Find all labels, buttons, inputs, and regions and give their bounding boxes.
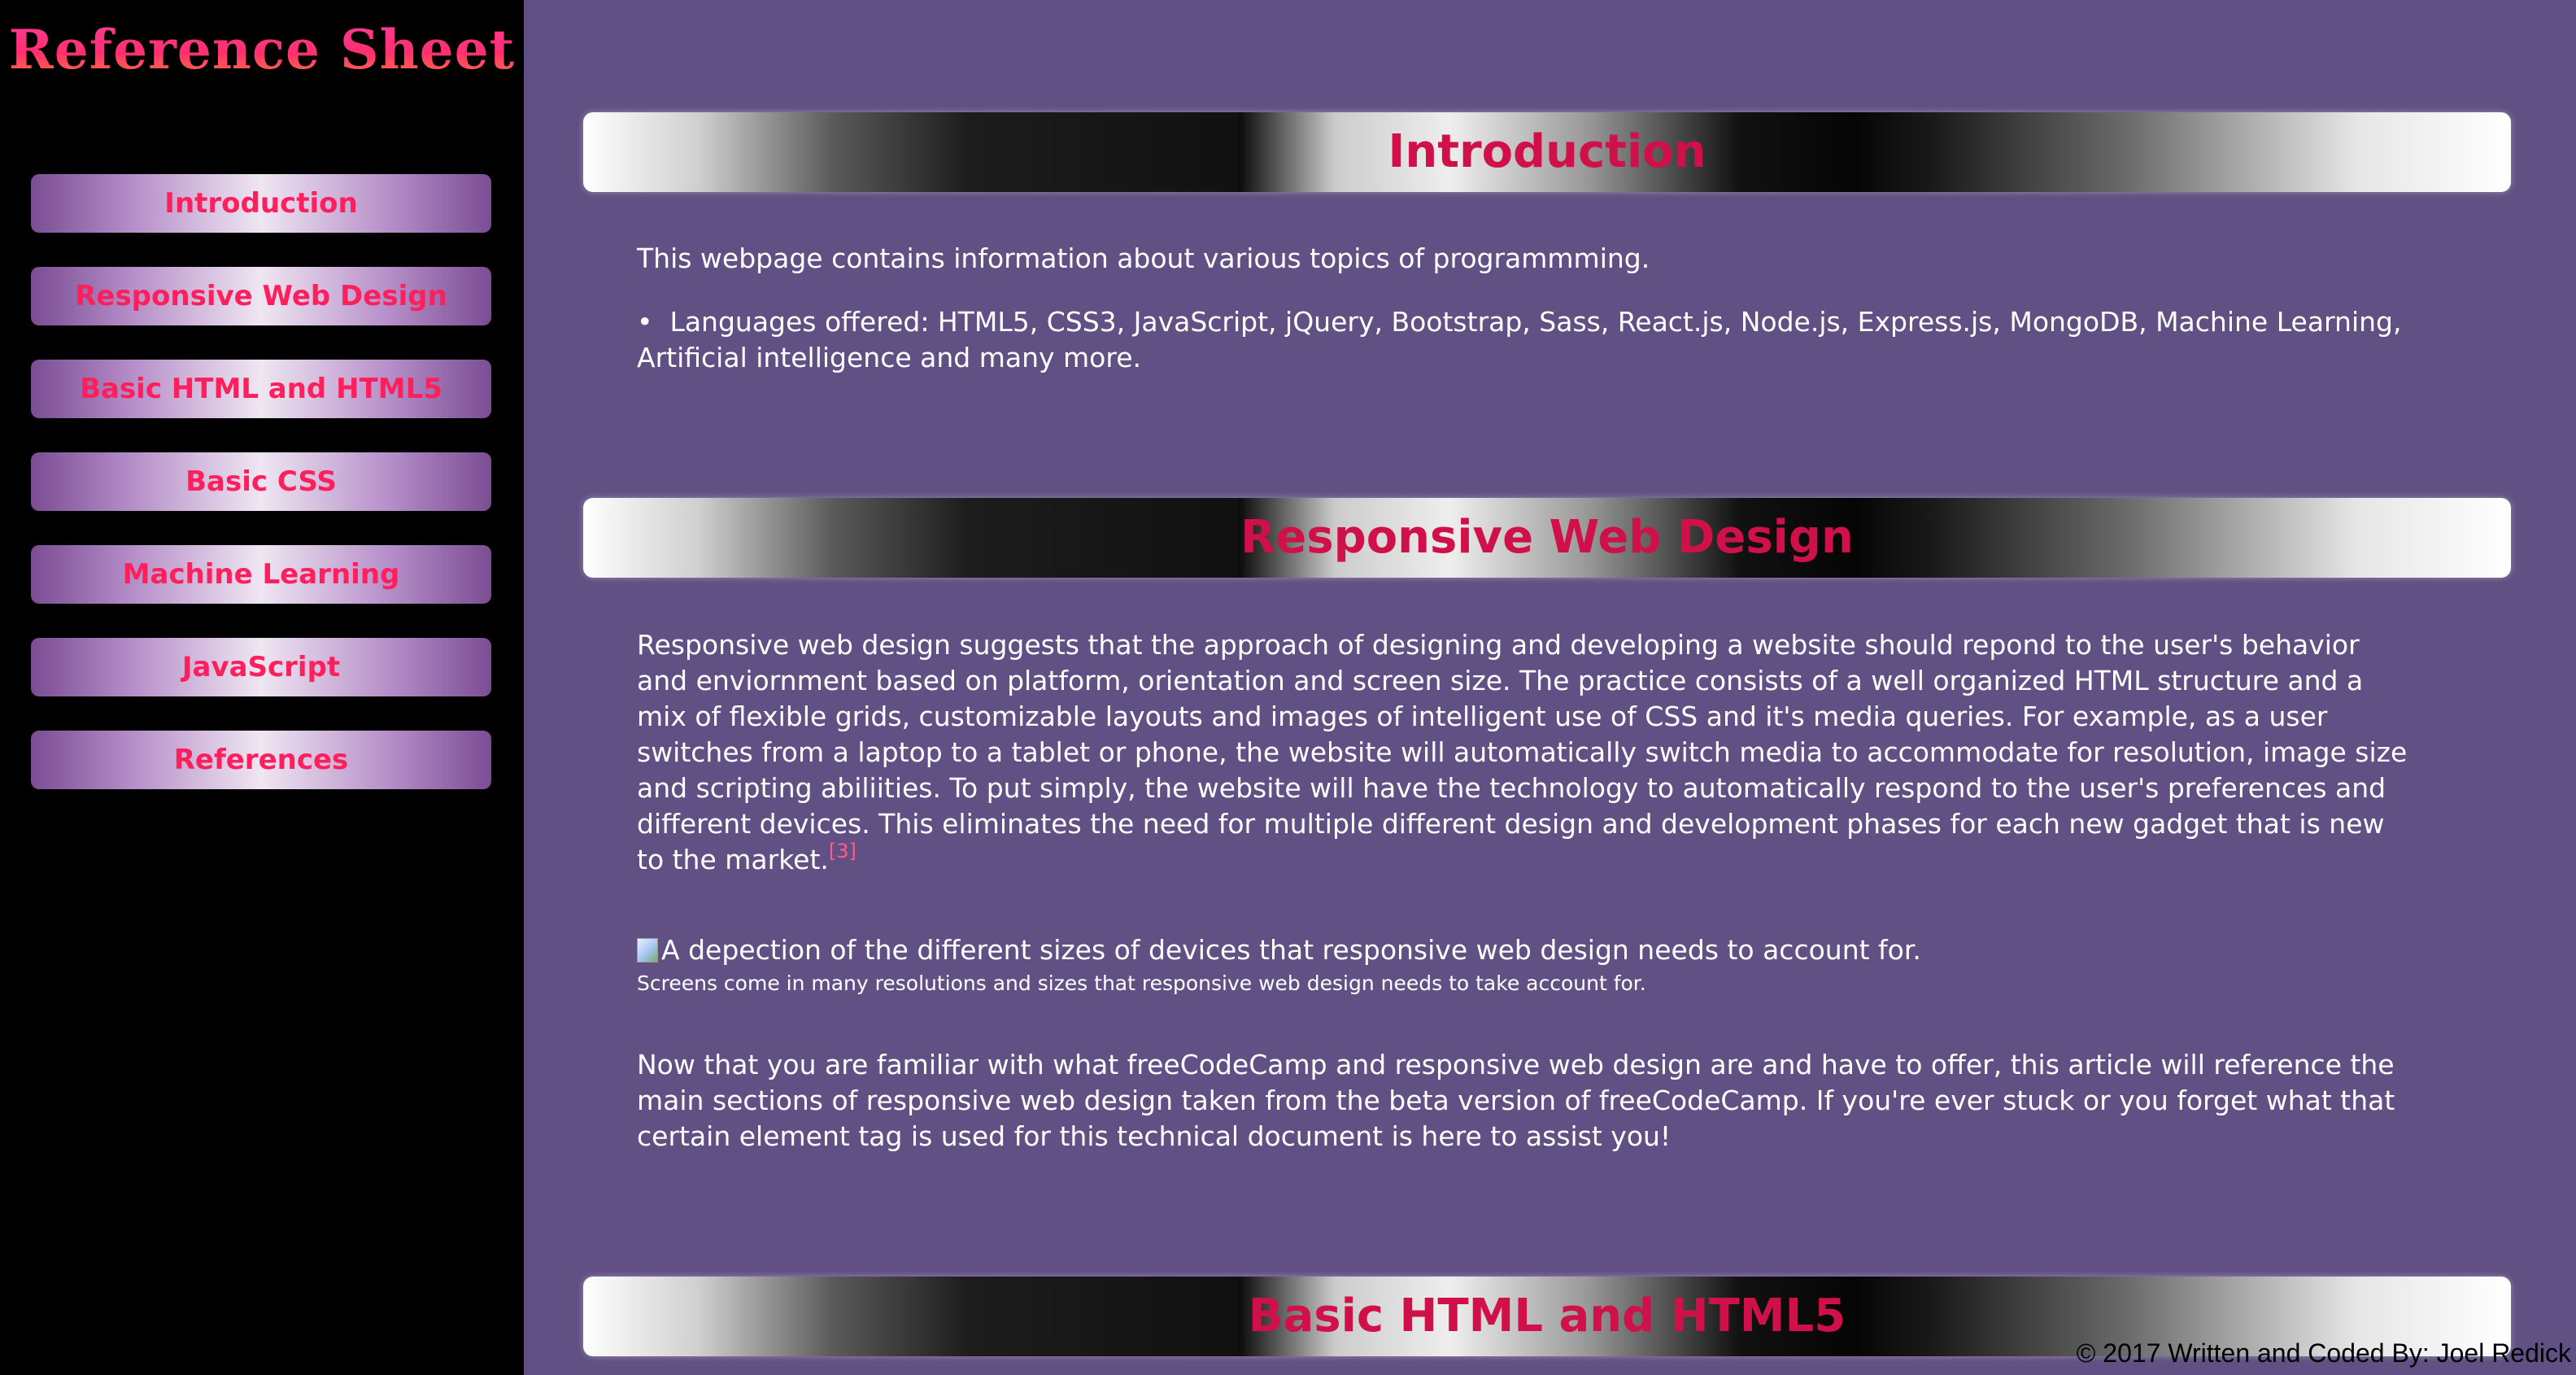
section-heading-introduction: Introduction [1388, 125, 1706, 178]
nav-link-introduction[interactable]: Introduction [31, 174, 491, 233]
responsive-paragraph-1: Responsive web design suggests that the … [637, 627, 2418, 878]
responsive-paragraph-1-text: Responsive web design suggests that the … [637, 629, 2408, 875]
intro-bullet-item: • Languages offered: HTML5, CSS3, JavaSc… [637, 304, 2426, 376]
nav-link-javascript[interactable]: JavaScript [31, 638, 491, 696]
nav-link-references[interactable]: References [31, 731, 491, 789]
nav-link-basic-css[interactable]: Basic CSS [31, 452, 491, 511]
section-heading-responsive-web-design: Responsive Web Design [1240, 511, 1854, 564]
responsive-figure-image: A depection of the different sizes of de… [637, 932, 2426, 968]
intro-paragraph: This webpage contains information about … [637, 242, 1650, 274]
main-content: Introduction This webpage contains infor… [524, 0, 2576, 1375]
nav-link-machine-learning[interactable]: Machine Learning [31, 545, 491, 604]
figure-alt-text: A depection of the different sizes of de… [661, 934, 1921, 966]
site-title: Reference Sheet [0, 18, 524, 81]
bullet-dot: • [637, 306, 670, 338]
intro-bullet-text: Languages offered: HTML5, CSS3, JavaScri… [637, 306, 2402, 373]
figure-caption: Screens come in many resolutions and siz… [637, 971, 1646, 995]
sidebar-nav: Reference Sheet Introduction Responsive … [0, 0, 524, 1375]
section-header-introduction: Introduction [583, 112, 2511, 192]
nav-link-responsive-web-design[interactable]: Responsive Web Design [31, 267, 491, 325]
responsive-paragraph-2: Now that you are familiar with what free… [637, 1049, 2395, 1152]
broken-image-icon [637, 938, 658, 962]
section-header-responsive-web-design: Responsive Web Design [583, 498, 2511, 578]
footer-credit: © 2017 Written and Coded By: Joel Redick [2076, 1338, 2571, 1368]
nav-link-basic-html[interactable]: Basic HTML and HTML5 [31, 360, 491, 418]
citation-link[interactable]: [3] [829, 840, 856, 862]
